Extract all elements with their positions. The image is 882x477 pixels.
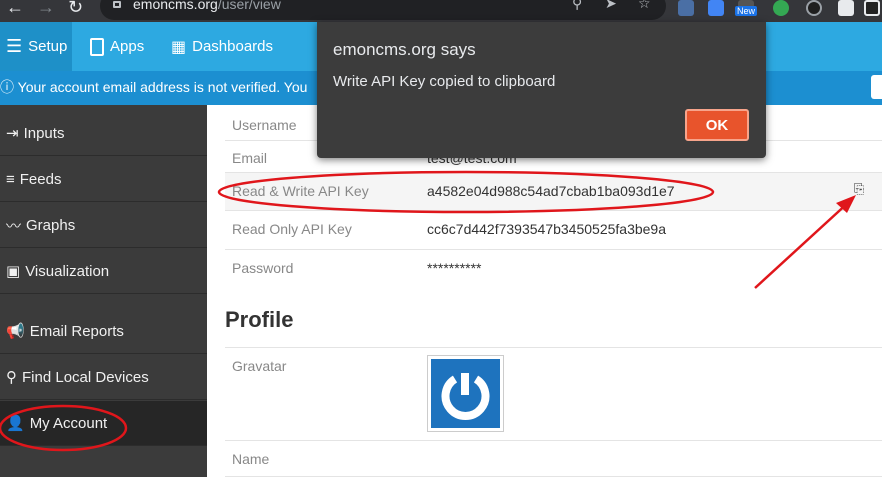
back-icon[interactable]: ← bbox=[6, 0, 24, 16]
sidebar-item-find-local-devices[interactable]: ⚲ Find Local Devices bbox=[0, 355, 207, 400]
extension-new-icon[interactable]: New bbox=[735, 0, 758, 16]
extension-icon[interactable] bbox=[864, 0, 880, 16]
translate-extension-icon[interactable] bbox=[708, 0, 724, 16]
ro-api-key-label: Read Only API Key bbox=[232, 221, 352, 237]
dialog-title: emoncms.org says bbox=[333, 40, 476, 59]
profile-heading: Profile bbox=[225, 307, 294, 332]
sidebar: ⇥ Inputs ≡ Feeds 〰 Graphs ▣ Visualization 📢 E… bbox=[0, 105, 207, 477]
extension-icon[interactable] bbox=[806, 0, 822, 16]
send-icon[interactable]: ➤ bbox=[605, 0, 617, 12]
user-icon: 👤 bbox=[6, 415, 25, 432]
gravatar-label: Gravatar bbox=[232, 358, 287, 374]
nav-dashboards[interactable]: ▦ Dashboards bbox=[171, 22, 273, 71]
gravatar-logo-icon bbox=[441, 373, 490, 421]
browser-toolbar: ← → ↻ emoncms.org/user/view ⚲ ➤ ☆ New bbox=[0, 0, 882, 22]
info-icon: ⓘ bbox=[0, 79, 14, 95]
sidebar-item-graphs[interactable]: 〰 Graphs bbox=[0, 203, 207, 248]
nav-apps[interactable]: Apps bbox=[90, 22, 144, 71]
gravatar-image[interactable] bbox=[427, 355, 504, 432]
nav-setup[interactable]: ☰ Setup bbox=[0, 22, 72, 71]
resend-verification-button[interactable] bbox=[871, 75, 882, 99]
megaphone-icon: 📢 bbox=[6, 323, 25, 340]
name-row: Name bbox=[225, 441, 882, 477]
gravatar-row: Gravatar bbox=[225, 347, 882, 441]
password-value[interactable]: ********** bbox=[427, 260, 481, 276]
visualization-icon: ▣ bbox=[6, 263, 21, 280]
address-bar[interactable]: emoncms.org/user/view ⚲ ➤ ☆ bbox=[100, 0, 666, 20]
extension-icon[interactable] bbox=[773, 0, 789, 16]
lock-icon bbox=[113, 1, 121, 8]
name-label: Name bbox=[232, 451, 270, 467]
extension-icon[interactable] bbox=[678, 0, 694, 16]
reload-icon[interactable]: ↻ bbox=[68, 0, 83, 16]
dashboard-icon: ▦ bbox=[171, 38, 187, 56]
forward-icon[interactable]: → bbox=[37, 0, 55, 16]
email-label: Email bbox=[232, 150, 268, 166]
ro-api-key-row: Read Only API Key cc6c7d442f7393547b3450… bbox=[225, 211, 882, 250]
sidebar-item-my-account[interactable]: 👤 My Account bbox=[0, 401, 207, 446]
bookmark-star-icon[interactable]: ☆ bbox=[638, 0, 651, 12]
ok-button[interactable]: OK bbox=[685, 109, 749, 141]
graph-icon: 〰 bbox=[6, 217, 22, 235]
apps-icon bbox=[90, 37, 104, 56]
inputs-icon: ⇥ bbox=[6, 125, 19, 142]
menu-icon: ☰ bbox=[6, 36, 23, 56]
zoom-icon[interactable]: ⚲ bbox=[572, 0, 582, 12]
copy-icon[interactable]: ⎘ bbox=[854, 181, 864, 197]
sidebar-item-feeds[interactable]: ≡ Feeds bbox=[0, 157, 207, 202]
dialog-message: Write API Key copied to clipboard bbox=[333, 73, 556, 90]
rw-api-key-value[interactable]: a4582e04d988c54ad7cbab1ba093d1e7 bbox=[427, 183, 675, 199]
password-row: Password ********** bbox=[225, 250, 882, 289]
search-icon: ⚲ bbox=[6, 369, 17, 386]
username-label: Username bbox=[232, 117, 297, 133]
url-text[interactable]: emoncms.org/user/view bbox=[133, 0, 281, 12]
sidebar-item-inputs[interactable]: ⇥ Inputs bbox=[0, 111, 207, 156]
alert-dialog: emoncms.org says Write API Key copied to… bbox=[317, 22, 766, 158]
sidebar-item-email-reports[interactable]: 📢 Email Reports bbox=[0, 309, 207, 354]
list-icon: ≡ bbox=[6, 170, 15, 188]
rw-api-key-row: Read & Write API Key a4582e04d988c54ad7c… bbox=[225, 173, 882, 211]
rw-api-key-label: Read & Write API Key bbox=[232, 183, 369, 199]
sidebar-item-visualization[interactable]: ▣ Visualization bbox=[0, 249, 207, 294]
extension-icon[interactable] bbox=[838, 0, 854, 16]
account-panel: Username Email test@test.com Read & Writ… bbox=[207, 105, 882, 477]
ro-api-key-value[interactable]: cc6c7d442f7393547b3450525fa3be9a bbox=[427, 221, 666, 237]
password-label: Password bbox=[232, 260, 294, 276]
